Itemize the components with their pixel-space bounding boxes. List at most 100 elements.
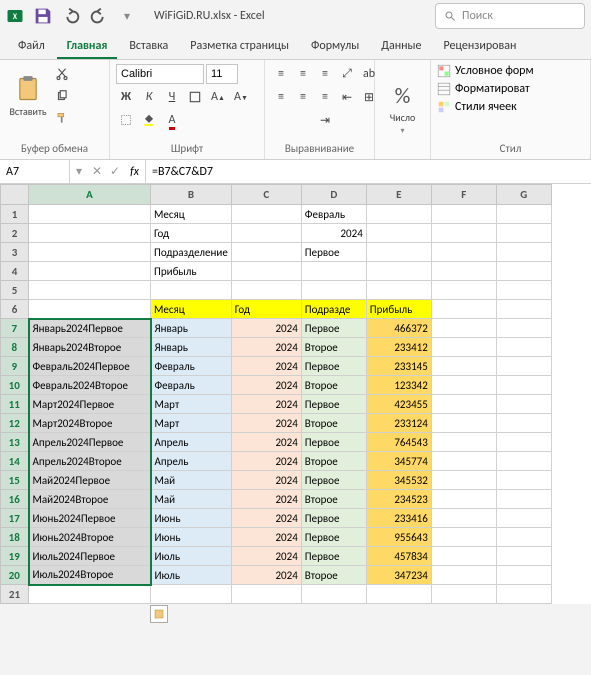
row-header-2[interactable]: 2 [1, 224, 29, 243]
row-header-11[interactable]: 11 [1, 395, 29, 414]
format-painter-icon[interactable] [52, 108, 72, 128]
save-icon[interactable] [32, 5, 54, 27]
border-dropdown-icon[interactable] [116, 110, 136, 130]
cell-F6[interactable] [431, 300, 496, 319]
align-right-icon[interactable]: ≡ [315, 87, 335, 107]
spreadsheet-grid[interactable]: ABCDEFG1МесяцФевраль2Год20243Подразделен… [0, 184, 591, 604]
cell-E12[interactable]: 233124 [366, 414, 431, 433]
redo-icon[interactable] [88, 5, 110, 27]
cell-G1[interactable] [496, 205, 551, 224]
cell-F10[interactable] [431, 376, 496, 395]
cell-B15[interactable]: Май [151, 471, 232, 490]
cell-F16[interactable] [431, 490, 496, 509]
cell-G20[interactable] [496, 566, 551, 585]
cell-C1[interactable] [231, 205, 301, 224]
font-color-icon[interactable]: A [162, 110, 182, 130]
cell-B11[interactable]: Март [151, 395, 232, 414]
search-input[interactable]: Поиск [435, 3, 585, 29]
cell-E3[interactable] [366, 243, 431, 262]
cell-C8[interactable]: 2024 [231, 338, 301, 357]
cell-E6[interactable]: Прибыль [366, 300, 431, 319]
cell-F12[interactable] [431, 414, 496, 433]
cell-C4[interactable] [231, 262, 301, 281]
cell-F17[interactable] [431, 509, 496, 528]
cell-D17[interactable]: Первое [301, 509, 366, 528]
cell-D14[interactable]: Второе [301, 452, 366, 471]
font-size-select[interactable] [206, 64, 238, 84]
cell-G12[interactable] [496, 414, 551, 433]
cell-D5[interactable] [301, 281, 366, 300]
row-header-14[interactable]: 14 [1, 452, 29, 471]
cell-G15[interactable] [496, 471, 551, 490]
cell-D13[interactable]: Первое [301, 433, 366, 452]
align-top-icon[interactable]: ≡ [271, 64, 291, 84]
cell-B6[interactable]: Месяц [151, 300, 232, 319]
namebox-dropdown-icon[interactable]: ▾ [70, 160, 88, 183]
format-as-table-button[interactable]: Форматироват [437, 82, 530, 96]
col-header-A[interactable]: A [29, 185, 151, 205]
cell-G11[interactable] [496, 395, 551, 414]
cell-G14[interactable] [496, 452, 551, 471]
cell-G6[interactable] [496, 300, 551, 319]
cell-D9[interactable]: Первое [301, 357, 366, 376]
decrease-indent-icon[interactable]: ⇤ [337, 87, 357, 107]
cell-C16[interactable]: 2024 [231, 490, 301, 509]
copy-icon[interactable] [52, 86, 72, 106]
tab-formulas[interactable]: Формулы [301, 35, 369, 59]
cell-D18[interactable]: Первое [301, 528, 366, 547]
cell-D21[interactable] [301, 585, 366, 604]
cell-E18[interactable]: 955643 [366, 528, 431, 547]
align-left-icon[interactable]: ≡ [271, 87, 291, 107]
border-button[interactable] [185, 87, 205, 107]
cell-E8[interactable]: 233412 [366, 338, 431, 357]
increase-indent-icon[interactable]: ⇥ [315, 110, 335, 130]
cell-G13[interactable] [496, 433, 551, 452]
cell-C14[interactable]: 2024 [231, 452, 301, 471]
cell-A20[interactable]: Июль2024Второе [29, 566, 151, 585]
cell-G5[interactable] [496, 281, 551, 300]
tab-insert[interactable]: Вставка [119, 35, 178, 59]
cell-C6[interactable]: Год [231, 300, 301, 319]
row-header-21[interactable]: 21 [1, 585, 29, 604]
align-center-icon[interactable]: ≡ [293, 87, 313, 107]
cell-E16[interactable]: 234523 [366, 490, 431, 509]
undo-icon[interactable] [60, 5, 82, 27]
fx-icon[interactable]: fx [124, 160, 146, 183]
row-header-16[interactable]: 16 [1, 490, 29, 509]
align-middle-icon[interactable]: ≡ [293, 64, 313, 84]
percent-button[interactable]: % Число ▾ [381, 78, 424, 140]
increase-font-icon[interactable]: A▲ [208, 87, 228, 107]
row-header-8[interactable]: 8 [1, 338, 29, 357]
cell-C19[interactable]: 2024 [231, 547, 301, 566]
cell-B5[interactable] [151, 281, 232, 300]
row-header-15[interactable]: 15 [1, 471, 29, 490]
cell-D19[interactable]: Первое [301, 547, 366, 566]
cell-C5[interactable] [231, 281, 301, 300]
cell-D1[interactable]: Февраль [301, 205, 366, 224]
cell-G18[interactable] [496, 528, 551, 547]
cell-B1[interactable]: Месяц [151, 205, 232, 224]
cell-A21[interactable] [29, 585, 151, 604]
cell-B4[interactable]: Прибыль [151, 262, 232, 281]
cell-B3[interactable]: Подразделение [151, 243, 232, 262]
tab-file[interactable]: Файл [8, 35, 55, 59]
cell-A6[interactable] [29, 300, 151, 319]
cell-B21[interactable] [151, 585, 232, 604]
cell-A3[interactable] [29, 243, 151, 262]
orientation-icon[interactable]: ⤢ [337, 64, 357, 84]
cell-D12[interactable]: Второе [301, 414, 366, 433]
cell-A5[interactable] [29, 281, 151, 300]
cell-E13[interactable]: 764543 [366, 433, 431, 452]
cell-G19[interactable] [496, 547, 551, 566]
name-box[interactable]: A7 [0, 160, 70, 183]
col-header-E[interactable]: E [366, 185, 431, 205]
cell-D6[interactable]: Подразде [301, 300, 366, 319]
cell-F11[interactable] [431, 395, 496, 414]
cell-A10[interactable]: Февраль2024Второе [29, 376, 151, 395]
cell-C10[interactable]: 2024 [231, 376, 301, 395]
cancel-formula-icon[interactable]: ✕ [88, 160, 106, 183]
cell-C7[interactable]: 2024 [231, 319, 301, 338]
cell-A14[interactable]: Апрель2024Второе [29, 452, 151, 471]
cell-C2[interactable] [231, 224, 301, 243]
cell-E1[interactable] [366, 205, 431, 224]
